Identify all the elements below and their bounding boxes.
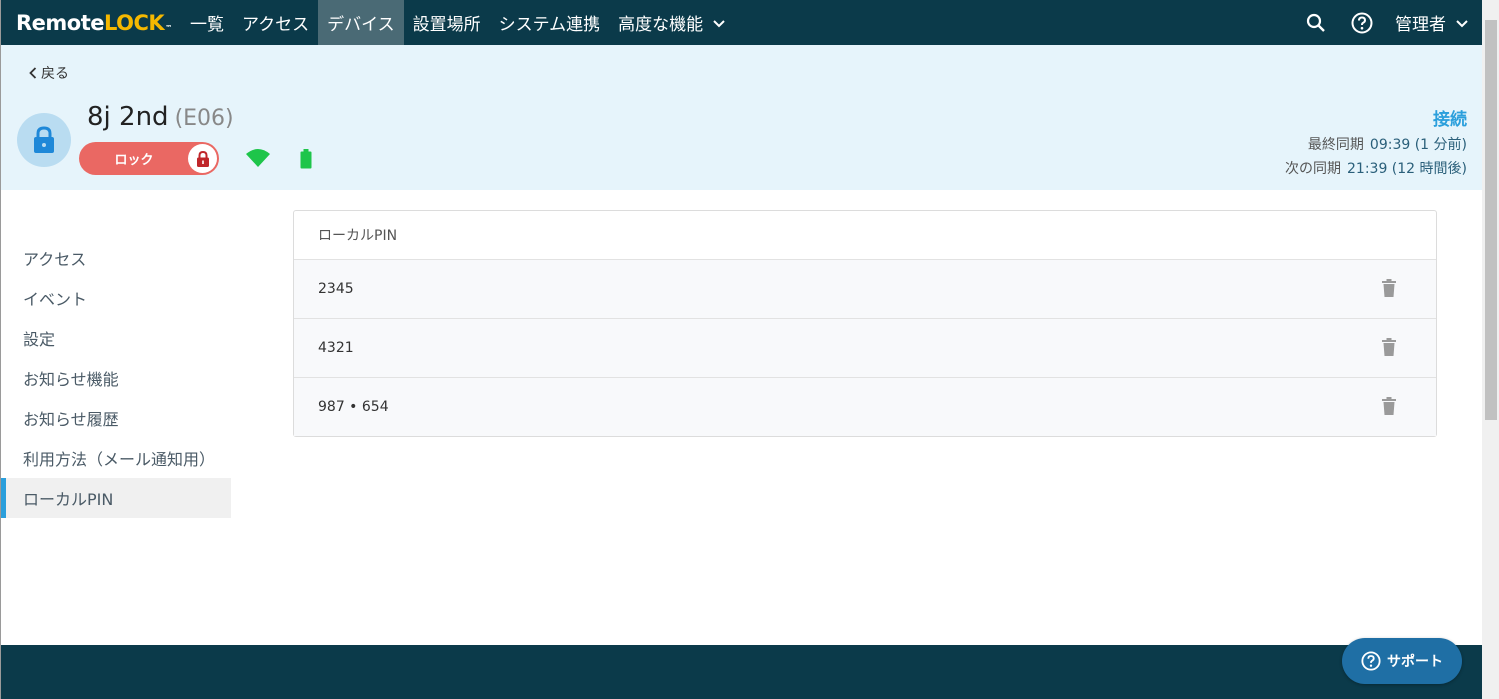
nav-item-devices[interactable]: デバイス [318, 0, 404, 45]
table-row: 987 • 654 [294, 378, 1436, 436]
device-title: 8j 2nd (E06) [87, 102, 234, 132]
nav-item-advanced[interactable]: 高度な機能 [609, 0, 734, 45]
logo[interactable]: Remote LOCK ™ [1, 11, 181, 35]
scrollbar-thumb[interactable] [1485, 20, 1497, 420]
nav-item-access[interactable]: アクセス [233, 0, 318, 45]
pin-value: 987 • 654 [318, 399, 389, 415]
pin-value: 4321 [318, 340, 354, 356]
table-row: 2345 [294, 260, 1436, 319]
nav-item-integrations[interactable]: システム連携 [490, 0, 610, 45]
nav-item-locations[interactable]: 設置場所 [404, 0, 490, 45]
help-icon [1361, 651, 1381, 671]
chevron-down-icon [713, 13, 725, 33]
sidebar-item-notifications[interactable]: お知らせ機能 [1, 358, 231, 398]
lock-icon [188, 144, 217, 173]
nav-item-list[interactable]: 一覧 [181, 0, 233, 45]
connection-label: 接続 [1433, 110, 1467, 130]
help-icon[interactable] [1351, 12, 1373, 34]
lock-avatar [17, 113, 71, 167]
battery-icon [300, 149, 312, 173]
lock-toggle[interactable]: ロック [79, 142, 219, 175]
trash-icon[interactable] [1382, 397, 1396, 419]
chevron-down-icon [1456, 13, 1468, 33]
search-icon[interactable] [1305, 12, 1327, 34]
trash-icon[interactable] [1382, 338, 1396, 360]
scrollbar[interactable] [1482, 0, 1499, 699]
support-button[interactable]: サポート [1342, 638, 1462, 684]
next-sync: 次の同期 21:39 (12 時間後) [1285, 161, 1467, 177]
sidebar-item-usage-email[interactable]: 利用方法（メール通知用） [1, 438, 231, 478]
footer [1, 645, 1482, 699]
lock-icon [34, 126, 54, 153]
trash-icon[interactable] [1382, 279, 1396, 301]
sidebar: アクセス イベント 設定 お知らせ機能 お知らせ履歴 利用方法（メール通知用） … [1, 238, 231, 518]
sidebar-item-local-pin[interactable]: ローカルPIN [1, 478, 231, 518]
pin-value: 2345 [318, 281, 354, 297]
sidebar-item-events[interactable]: イベント [1, 278, 231, 318]
table-row: 4321 [294, 319, 1436, 378]
last-sync: 最終同期 09:39 (1 分前) [1307, 137, 1467, 153]
sidebar-item-access[interactable]: アクセス [1, 238, 231, 278]
table-header: ローカルPIN [294, 211, 1436, 260]
chevron-left-icon [29, 67, 37, 79]
wifi-icon [246, 149, 270, 171]
sidebar-item-settings[interactable]: 設定 [1, 318, 231, 358]
sidebar-item-notification-history[interactable]: お知らせ履歴 [1, 398, 231, 438]
connection-status: 接続 最終同期 09:39 (1 分前) 次の同期 21:39 (12 時間後) [1285, 105, 1467, 178]
top-nav: Remote LOCK ™ 一覧 アクセス デバイス 設置場所 システム連携 高度な… [1, 0, 1482, 45]
back-link[interactable]: 戻る [29, 63, 69, 83]
device-header: 戻る 8j 2nd (E06) ロック 接続 最終同期 09:39 (1 分前) 次… [1, 45, 1482, 190]
local-pin-table: ローカルPIN 2345 4321 987 • 654 [293, 210, 1437, 437]
admin-menu[interactable]: 管理者 [1395, 10, 1468, 35]
